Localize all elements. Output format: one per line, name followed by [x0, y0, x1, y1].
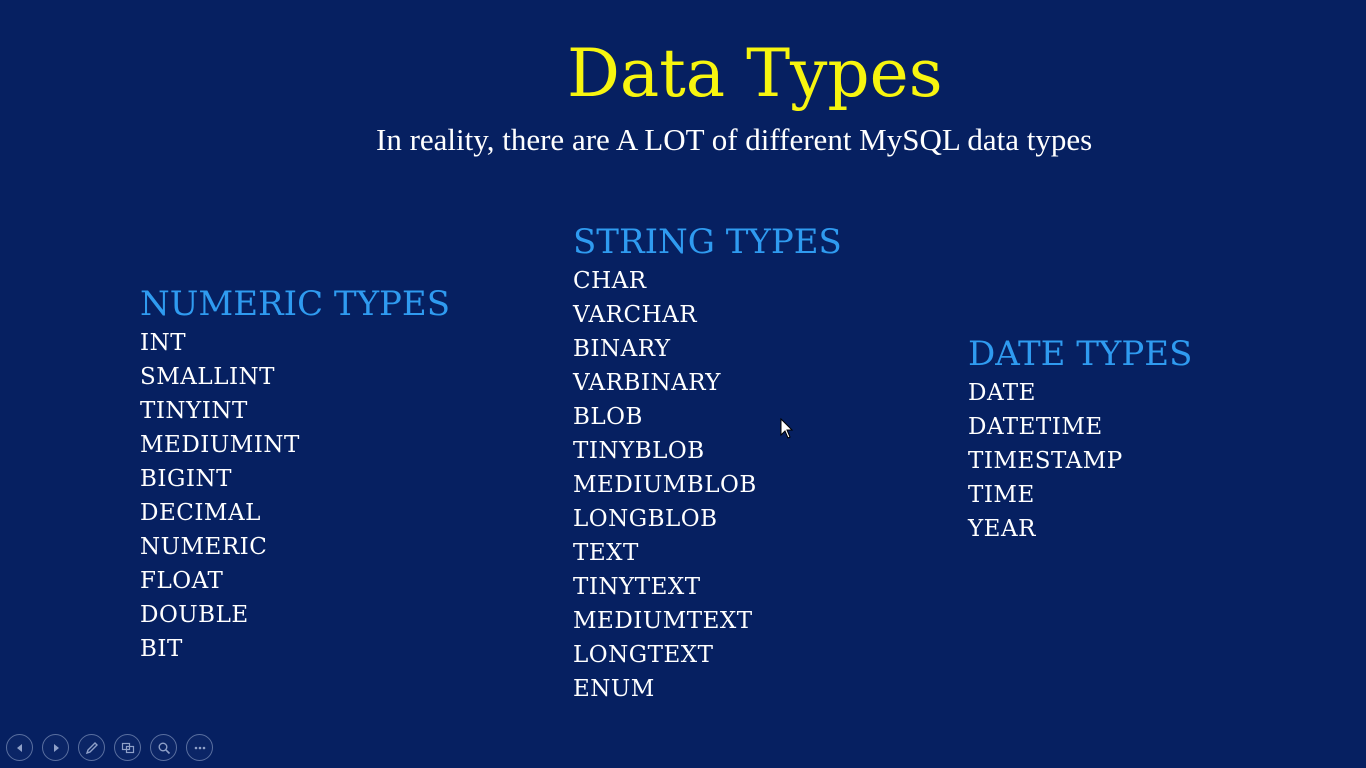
- numeric-type-item: NUMERIC: [140, 534, 268, 560]
- string-type-item: TEXT: [573, 540, 639, 566]
- presentation-controls: [6, 734, 213, 764]
- numeric-type-item: DOUBLE: [140, 602, 249, 628]
- zoom-button[interactable]: [150, 734, 177, 761]
- numeric-type-item: TINYINT: [140, 398, 248, 424]
- date-types-heading: DATE TYPES: [968, 334, 1193, 374]
- numeric-type-item: SMALLINT: [140, 364, 276, 390]
- string-type-item: TINYTEXT: [573, 574, 701, 600]
- string-type-item: VARCHAR: [573, 302, 698, 328]
- numeric-type-item: DECIMAL: [140, 500, 261, 526]
- string-type-item: ENUM: [573, 676, 655, 702]
- numeric-type-item: BIT: [140, 636, 183, 662]
- pen-button[interactable]: [78, 734, 105, 761]
- slide: Data Types In reality, there are A LOT o…: [0, 0, 1366, 768]
- string-type-item: MEDIUMBLOB: [573, 472, 757, 498]
- date-type-item: DATETIME: [968, 414, 1103, 440]
- slide-subtitle: In reality, there are A LOT of different…: [376, 122, 1093, 157]
- string-types-column: STRING TYPES CHAR VARCHAR BINARY VARBINARY B…: [573, 220, 842, 706]
- next-slide-icon: [53, 743, 59, 752]
- previous-slide-icon: [16, 743, 22, 752]
- mouse-cursor-icon: [780, 418, 794, 439]
- next-slide-button[interactable]: [42, 734, 69, 761]
- see-all-slides-button[interactable]: [114, 734, 141, 761]
- date-types-column: DATE TYPES DATE DATETIME TIMESTAMP TIME YEAR: [968, 332, 1192, 546]
- string-types-heading: STRING TYPES: [573, 222, 842, 262]
- date-types-list: DATE DATETIME TIMESTAMP TIME YEAR: [968, 376, 1192, 546]
- numeric-types-heading: NUMERIC TYPES: [140, 284, 451, 324]
- numeric-type-item: FLOAT: [140, 568, 224, 594]
- date-type-item: YEAR: [968, 516, 1036, 542]
- string-type-item: LONGBLOB: [573, 506, 718, 532]
- string-type-item: CHAR: [573, 268, 647, 294]
- numeric-types-list: INT SMALLINT TINYINT MEDIUMINT BIGINT DECIMAL…: [140, 326, 450, 666]
- string-type-item: BINARY: [573, 336, 671, 362]
- string-type-item: VARBINARY: [573, 370, 721, 396]
- string-type-item: BLOB: [573, 404, 643, 430]
- numeric-types-column: NUMERIC TYPES INT SMALLINT TINYINT MEDIUMIN…: [140, 282, 450, 666]
- string-type-item: MEDIUMTEXT: [573, 608, 753, 634]
- zoom-icon: [158, 742, 170, 754]
- string-type-item: TINYBLOB: [573, 438, 705, 464]
- previous-slide-button[interactable]: [6, 734, 33, 761]
- slide-title: Data Types: [567, 35, 943, 112]
- date-type-item: TIMESTAMP: [968, 448, 1123, 474]
- numeric-type-item: BIGINT: [140, 466, 232, 492]
- numeric-type-item: INT: [140, 330, 187, 356]
- more-options-button[interactable]: [186, 734, 213, 761]
- string-types-list: CHAR VARCHAR BINARY VARBINARY BLOB TINYBLOB ME…: [573, 264, 842, 706]
- pen-icon: [85, 741, 98, 754]
- string-type-item: LONGTEXT: [573, 642, 714, 668]
- numeric-type-item: MEDIUMINT: [140, 432, 300, 458]
- more-options-icon: [194, 746, 205, 749]
- date-type-item: TIME: [968, 482, 1035, 508]
- see-all-slides-icon: [121, 742, 134, 753]
- date-type-item: DATE: [968, 380, 1036, 406]
